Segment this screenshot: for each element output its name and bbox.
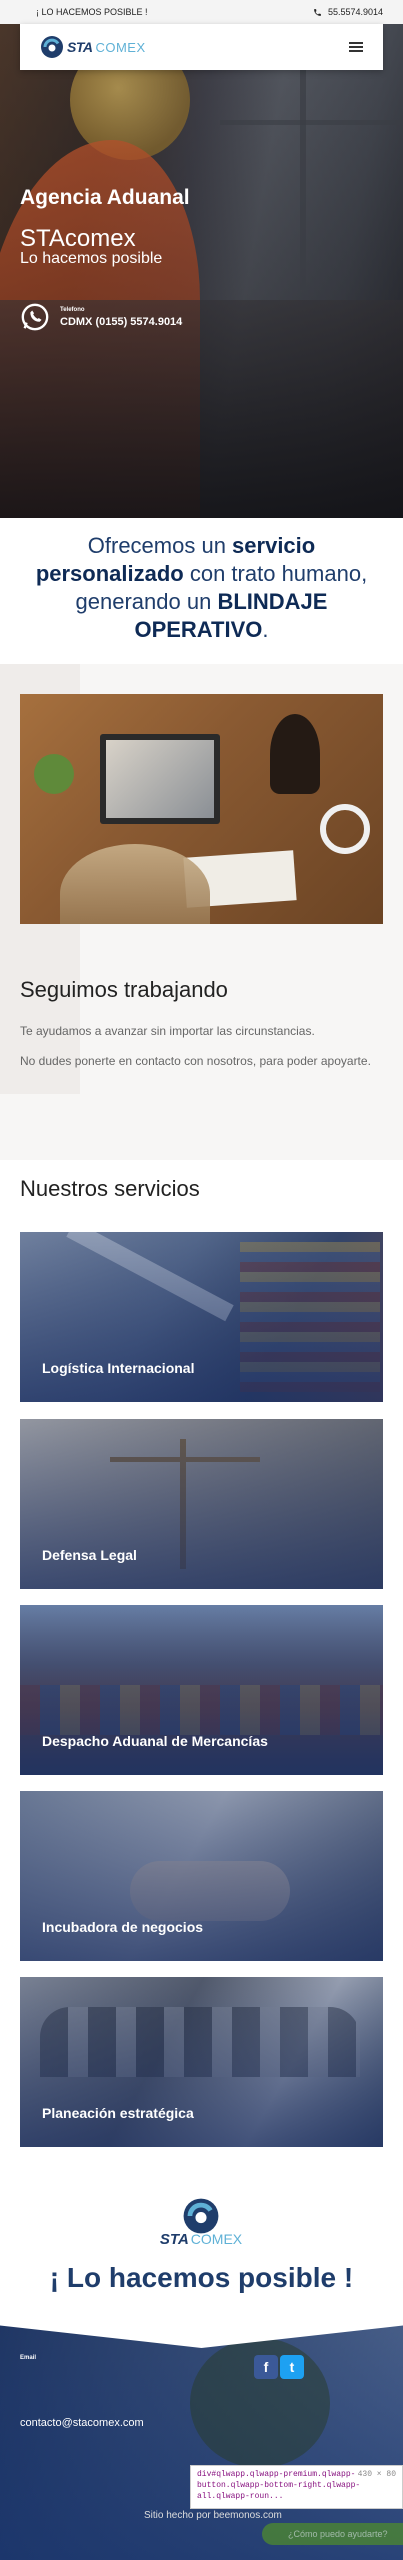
logo-comex-text: COMEX bbox=[95, 39, 146, 55]
made-by-credit: Sitio hecho por beemonos.com bbox=[144, 2510, 282, 2521]
email-label: Email bbox=[20, 2355, 37, 2361]
logo-swirl-icon bbox=[41, 36, 63, 58]
logo-sta-text: STA bbox=[67, 39, 93, 55]
whatsapp-icon bbox=[21, 303, 49, 331]
service-card-despacho-aduanal[interactable]: Despacho Aduanal de Mercancías bbox=[20, 1605, 383, 1775]
service-label: Planeación estratégica bbox=[42, 2105, 194, 2121]
service-card-defensa-legal[interactable]: Defensa Legal bbox=[20, 1419, 383, 1589]
main-nav: STA COMEX bbox=[20, 24, 383, 70]
service-label: Defensa Legal bbox=[42, 1547, 137, 1563]
inspector-tooltip: div#qlwapp.qlwapp-premium.qlwapp-button.… bbox=[190, 2465, 403, 2509]
top-bar: ¡ LO HACEMOS POSIBLE ! 55.5574.9014 bbox=[0, 0, 403, 24]
hero-whatsapp-contact[interactable]: Telefono CDMX (0155) 5574.9014 bbox=[20, 302, 182, 332]
service-label: Logística Internacional bbox=[42, 1360, 195, 1376]
hero-title: Agencia Aduanal bbox=[20, 186, 190, 209]
menu-hamburger-icon[interactable] bbox=[349, 42, 363, 52]
facebook-icon[interactable]: f bbox=[254, 2355, 278, 2379]
header-logo[interactable]: STA COMEX bbox=[40, 35, 146, 59]
service-card-logistica[interactable]: Logística Internacional bbox=[20, 1232, 383, 1402]
top-phone-number: 55.5574.9014 bbox=[327, 7, 383, 17]
service-label: Despacho Aduanal de Mercancías bbox=[42, 1733, 268, 1749]
hero-tagline: Lo hacemos posible bbox=[20, 250, 163, 267]
inspector-selector: div#qlwapp.qlwapp-premium.qlwapp-button.… bbox=[197, 2470, 361, 2501]
top-slogan: ¡ LO HACEMOS POSIBLE ! bbox=[36, 7, 148, 17]
hero-crane-shape bbox=[300, 60, 306, 290]
logo-swirl-icon bbox=[183, 2198, 219, 2234]
seguimos-title: Seguimos trabajando bbox=[20, 977, 228, 1002]
service-card-planeacion[interactable]: Planeación estratégica bbox=[20, 1977, 383, 2147]
offer-text-1: Ofrecemos un bbox=[87, 533, 233, 558]
services-title: Nuestros servicios bbox=[20, 1176, 200, 1201]
seguimos-paragraph-2: No dudes ponerte en contacto con nosotro… bbox=[20, 1054, 371, 1068]
whatsapp-help-button[interactable]: ¿Cómo puedo ayudarte? bbox=[262, 2523, 403, 2545]
contact-label: Telefono bbox=[60, 306, 85, 313]
footer-logo-comex: COMEX bbox=[190, 2231, 243, 2247]
footer-logo-sta: STA bbox=[159, 2231, 189, 2248]
twitter-icon[interactable]: t bbox=[280, 2355, 304, 2379]
service-label: Incubadora de negocios bbox=[42, 1919, 204, 1935]
offer-statement: Ofrecemos un servicio personalizado con … bbox=[20, 532, 383, 644]
footer-logo[interactable]: STA COMEX bbox=[160, 2197, 242, 2248]
made-by-link[interactable]: beemonos.com bbox=[214, 2510, 282, 2521]
video-meeting-photo bbox=[20, 694, 383, 924]
top-phone[interactable]: 55.5574.9014 bbox=[313, 7, 383, 17]
contact-number: CDMX (0155) 5574.9014 bbox=[60, 315, 183, 328]
offer-text-3: . bbox=[262, 616, 269, 642]
hero-brand: STAcomex bbox=[20, 225, 136, 252]
hero-ground-shape bbox=[0, 300, 403, 518]
inspector-size: 430 × 80 bbox=[357, 2470, 396, 2479]
phone-icon bbox=[314, 8, 321, 16]
footer-slogan: ¡ Lo hacemos posible ! bbox=[49, 2262, 354, 2293]
seguimos-paragraph-1: Te ayudamos a avanzar sin importar las c… bbox=[20, 1024, 315, 1038]
email-link[interactable]: contacto@stacomex.com bbox=[20, 2417, 144, 2429]
made-by-prefix: Sitio hecho por bbox=[144, 2510, 214, 2521]
hero-crane-arm-shape bbox=[220, 120, 400, 125]
service-card-incubadora[interactable]: Incubadora de negocios bbox=[20, 1791, 383, 1961]
